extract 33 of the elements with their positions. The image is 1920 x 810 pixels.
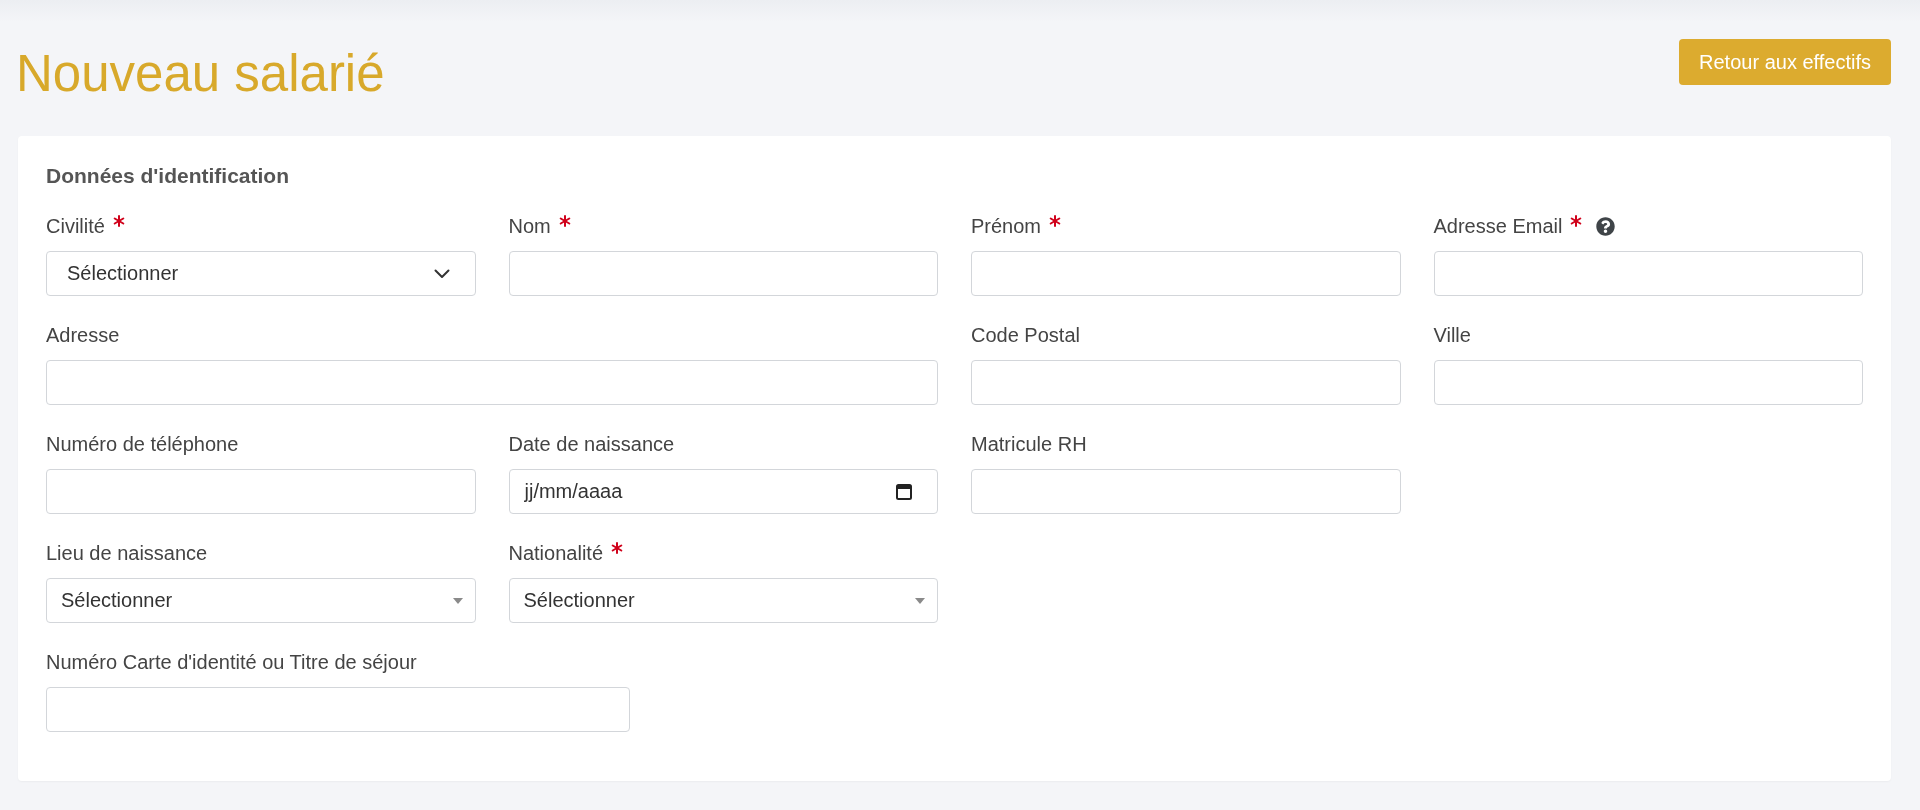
field-label: Ville	[1433, 323, 1471, 347]
dropdown-field[interactable]: Sélectionner	[46, 578, 476, 623]
field-label: Nom	[508, 214, 551, 238]
text-field[interactable]	[46, 687, 630, 732]
text-field[interactable]	[1433, 360, 1863, 405]
text-field[interactable]	[971, 251, 1401, 296]
field-label: Date de naissance	[508, 432, 675, 456]
text-field[interactable]	[1433, 251, 1863, 296]
field-label: Numéro de téléphone	[46, 432, 239, 456]
field-label: Adresse	[46, 323, 120, 347]
text-field[interactable]	[971, 469, 1401, 514]
field-label: Matricule RH	[971, 432, 1087, 456]
field-label: Lieu de naissance	[46, 541, 208, 565]
text-field[interactable]	[46, 360, 938, 405]
caret-down-icon	[915, 597, 925, 604]
field-label: Code Postal	[971, 323, 1080, 347]
field-label: Numéro Carte d'identité ou Titre de séjour	[46, 650, 417, 674]
help-icon[interactable]	[1596, 216, 1616, 236]
chevron-down-icon	[433, 268, 450, 279]
caret-down-icon	[452, 597, 463, 604]
field-label: Nationalité	[508, 541, 603, 565]
dropdown-field[interactable]: Sélectionner	[508, 578, 938, 623]
calendar-icon	[896, 483, 912, 500]
page-title: Nouveau salarié	[16, 45, 385, 102]
text-field[interactable]	[508, 251, 938, 296]
select-field[interactable]: Sélectionner	[46, 251, 476, 296]
field-label: Prénom	[971, 214, 1042, 238]
field-label: Civilité	[46, 214, 105, 238]
field-label: Adresse Email	[1433, 214, 1563, 238]
text-field[interactable]	[46, 469, 476, 514]
section-title: Données d'identification	[46, 163, 290, 188]
text-field[interactable]	[971, 360, 1401, 405]
date-field[interactable]: jj/mm/aaaa	[508, 469, 938, 514]
